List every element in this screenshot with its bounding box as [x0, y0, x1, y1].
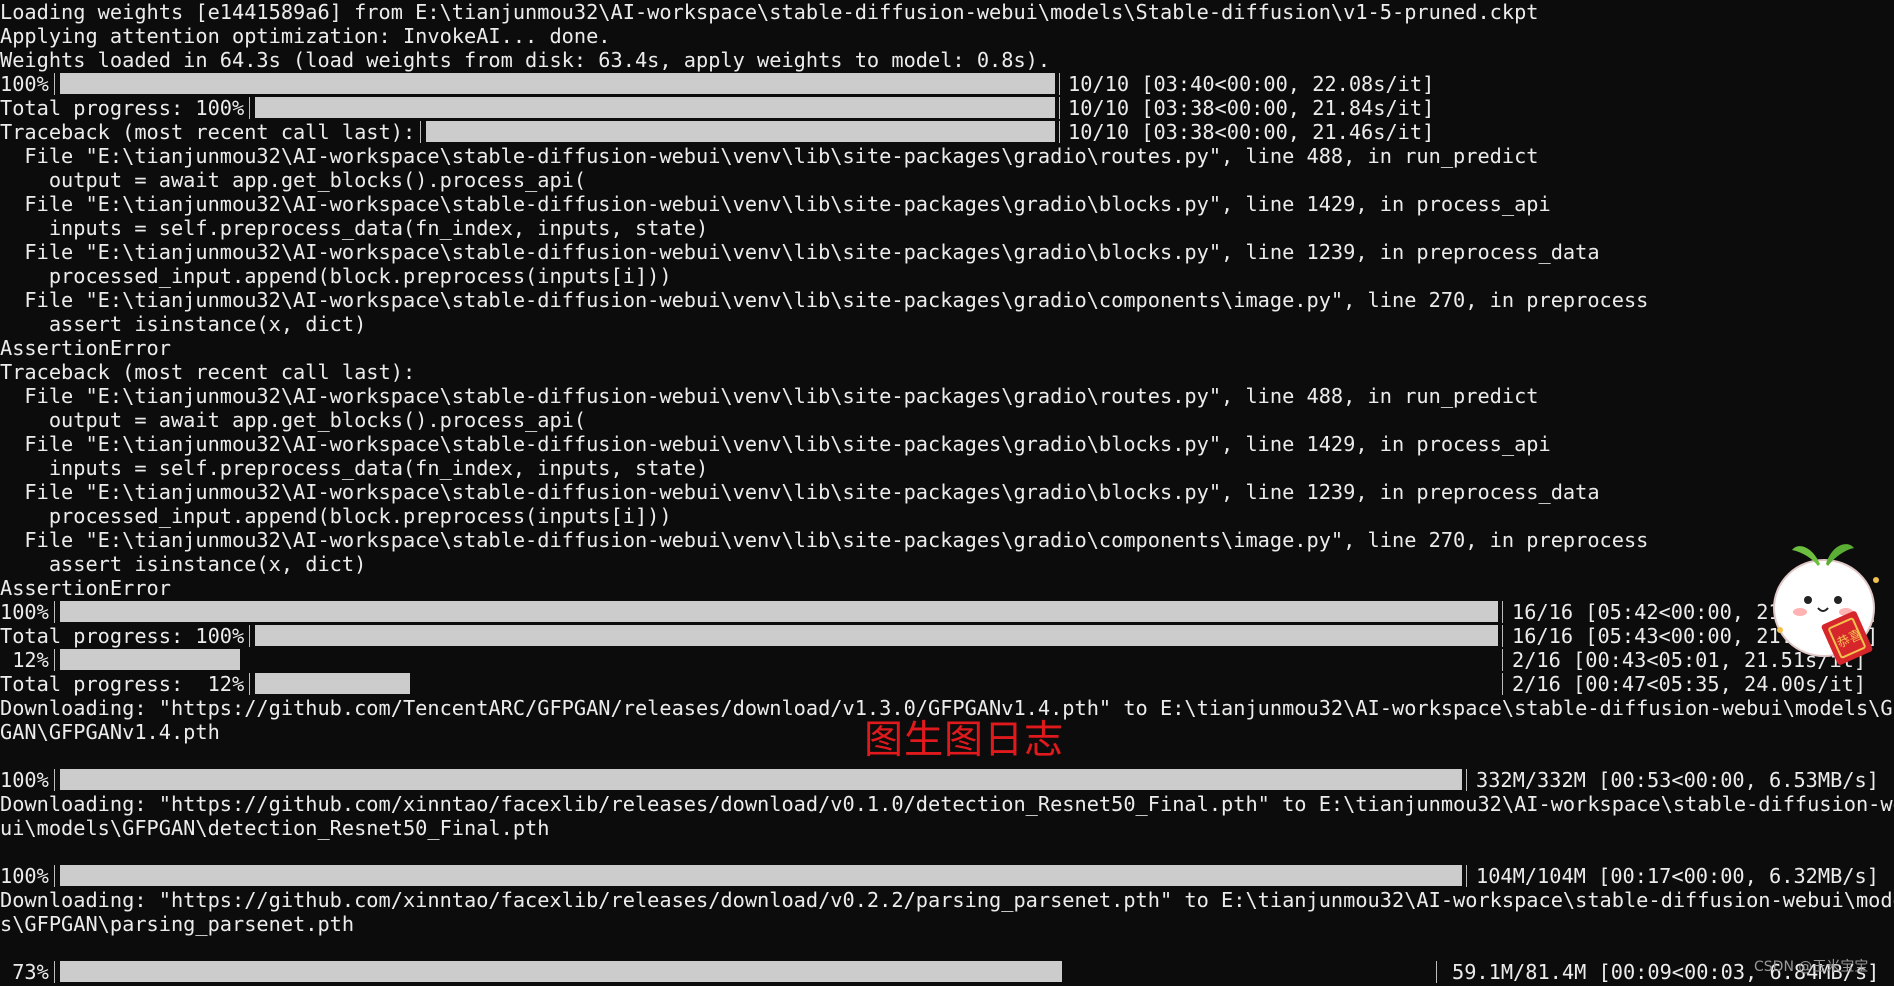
- progress-stats: 332M/332M [00:53<00:00, 6.53MB/s]: [1476, 768, 1879, 792]
- progress-fill: [426, 121, 1055, 142]
- progress-stats: 10/10 [03:40<00:00, 22.08s/it]: [1068, 72, 1435, 96]
- progress-row: 100% 332M/332M [00:53<00:00, 6.53MB/s]: [0, 768, 1894, 792]
- progress-row: Total progress: 100% 10/10 [03:38<00:00, …: [0, 96, 1894, 120]
- progress-bar: [60, 73, 1055, 94]
- progress-separator: [1502, 625, 1503, 647]
- terminal-line: Downloading: "https://github.com/Tencent…: [0, 696, 1894, 720]
- log-caption: 图生图日志: [864, 718, 1065, 763]
- progress-label: 100%: [0, 864, 49, 888]
- progress-separator: [249, 97, 250, 119]
- progress-row: 73% 59.1M/81.4M [00:09<00:03, 6.84MB/s]: [0, 960, 1894, 984]
- terminal-line: Downloading: "https://github.com/xinntao…: [0, 792, 1894, 816]
- terminal-line: processed_input.append(block.preprocess(…: [0, 264, 672, 288]
- mascot-sticker-icon: 恭喜: [1773, 544, 1879, 665]
- progress-separator: [1502, 601, 1503, 623]
- progress-fill: [255, 97, 1055, 118]
- terminal-line: ui\models\GFPGAN\detection_Resnet50_Fina…: [0, 816, 550, 840]
- progress-separator: [54, 601, 55, 623]
- progress-bar: [255, 625, 1498, 646]
- terminal-line: processed_input.append(block.preprocess(…: [0, 504, 672, 528]
- terminal-line: File "E:\tianjunmou32\AI-workspace\stabl…: [0, 384, 1539, 408]
- progress-separator: [1436, 961, 1437, 983]
- progress-label: Traceback (most recent call last):: [0, 120, 416, 144]
- progress-fill: [255, 673, 411, 694]
- progress-separator: [1502, 649, 1503, 671]
- terminal-line: Applying attention optimization: InvokeA…: [0, 24, 611, 48]
- progress-separator: [1059, 97, 1060, 119]
- progress-separator: [249, 673, 250, 695]
- progress-bar: [60, 865, 1462, 886]
- progress-separator: [420, 121, 421, 143]
- progress-label: Total progress: 100%: [0, 96, 245, 120]
- progress-bar: [60, 649, 1498, 670]
- terminal-line: inputs = self.preprocess_data(fn_index, …: [0, 456, 709, 480]
- progress-stats: 104M/104M [00:17<00:00, 6.32MB/s]: [1476, 864, 1879, 888]
- terminal-line: Downloading: "https://github.com/xinntao…: [0, 888, 1894, 912]
- progress-label: 12%: [0, 648, 49, 672]
- progress-separator: [1502, 673, 1503, 695]
- progress-separator: [1059, 121, 1060, 143]
- progress-label: Total progress: 100%: [0, 624, 245, 648]
- progress-label: 100%: [0, 72, 49, 96]
- progress-fill: [60, 961, 1062, 982]
- progress-label: 100%: [0, 600, 49, 624]
- progress-fill: [60, 601, 1498, 622]
- progress-separator: [1059, 73, 1060, 95]
- progress-row: 100% 10/10 [03:40<00:00, 22.08s/it]: [0, 72, 1894, 96]
- terminal-line: AssertionError: [0, 576, 171, 600]
- terminal-line: File "E:\tianjunmou32\AI-workspace\stabl…: [0, 192, 1551, 216]
- progress-separator: [249, 625, 250, 647]
- terminal-line: File "E:\tianjunmou32\AI-workspace\stabl…: [0, 480, 1600, 504]
- terminal-line: AssertionError: [0, 336, 171, 360]
- progress-separator: [54, 649, 55, 671]
- progress-separator: [54, 73, 55, 95]
- progress-row: Total progress: 12% 2/16 [00:47<05:35, 24…: [0, 672, 1894, 696]
- progress-row: 100% 16/16 [05:42<00:00, 21.36s/it]: [0, 600, 1894, 624]
- progress-label: Total progress: 12%: [0, 672, 245, 696]
- progress-separator: [54, 865, 55, 887]
- progress-fill: [60, 865, 1462, 886]
- terminal-line: Weights loaded in 64.3s (load weights fr…: [0, 48, 1051, 72]
- progress-separator: [54, 961, 55, 983]
- terminal-line: s\GFPGAN\parsing_parsenet.pth: [0, 912, 355, 936]
- progress-bar: [60, 961, 1432, 982]
- progress-stats: 2/16 [00:47<05:35, 24.00s/it]: [1512, 672, 1867, 696]
- terminal-line: File "E:\tianjunmou32\AI-workspace\stabl…: [0, 288, 1649, 312]
- terminal-line: GAN\GFPGANv1.4.pth: [0, 720, 220, 744]
- terminal-line: File "E:\tianjunmou32\AI-workspace\stabl…: [0, 240, 1600, 264]
- progress-bar: [60, 601, 1498, 622]
- terminal-line: File "E:\tianjunmou32\AI-workspace\stabl…: [0, 432, 1551, 456]
- terminal-window[interactable]: Loading weights [e1441589a6] from E:\tia…: [0, 0, 1894, 986]
- terminal-line: output = await app.get_blocks().process_…: [0, 408, 587, 432]
- progress-row: Traceback (most recent call last): 10/10 …: [0, 120, 1894, 144]
- terminal-line: output = await app.get_blocks().process_…: [0, 168, 587, 192]
- progress-label: 73%: [0, 960, 49, 984]
- terminal-line: File "E:\tianjunmou32\AI-workspace\stabl…: [0, 144, 1539, 168]
- progress-row: 100% 104M/104M [00:17<00:00, 6.32MB/s]: [0, 864, 1894, 888]
- terminal-line: inputs = self.preprocess_data(fn_index, …: [0, 216, 709, 240]
- progress-row: 12% 2/16 [00:43<05:01, 21.51s/it]: [0, 648, 1894, 672]
- progress-label: 100%: [0, 768, 49, 792]
- progress-separator: [54, 769, 55, 791]
- progress-bar: [60, 769, 1462, 790]
- terminal-line: Loading weights [e1441589a6] from E:\tia…: [0, 0, 1539, 24]
- progress-stats: 10/10 [03:38<00:00, 21.84s/it]: [1068, 96, 1435, 120]
- progress-bar: [255, 673, 1498, 694]
- progress-fill: [255, 625, 1498, 646]
- progress-row: Total progress: 100% 16/16 [05:43<00:00, …: [0, 624, 1894, 648]
- progress-fill: [60, 649, 240, 670]
- progress-separator: [1466, 769, 1467, 791]
- progress-fill: [60, 73, 1055, 94]
- progress-stats: 10/10 [03:38<00:00, 21.46s/it]: [1068, 120, 1435, 144]
- terminal-line: assert isinstance(x, dict): [0, 312, 367, 336]
- terminal-line: File "E:\tianjunmou32\AI-workspace\stabl…: [0, 528, 1649, 552]
- progress-bar: [255, 97, 1055, 118]
- terminal-line: assert isinstance(x, dict): [0, 552, 367, 576]
- progress-fill: [60, 769, 1462, 790]
- watermark: CSDN @玉米宝宝: [1754, 959, 1869, 975]
- progress-bar: [426, 121, 1055, 142]
- progress-separator: [1466, 865, 1467, 887]
- terminal-line: Traceback (most recent call last):: [0, 360, 416, 384]
